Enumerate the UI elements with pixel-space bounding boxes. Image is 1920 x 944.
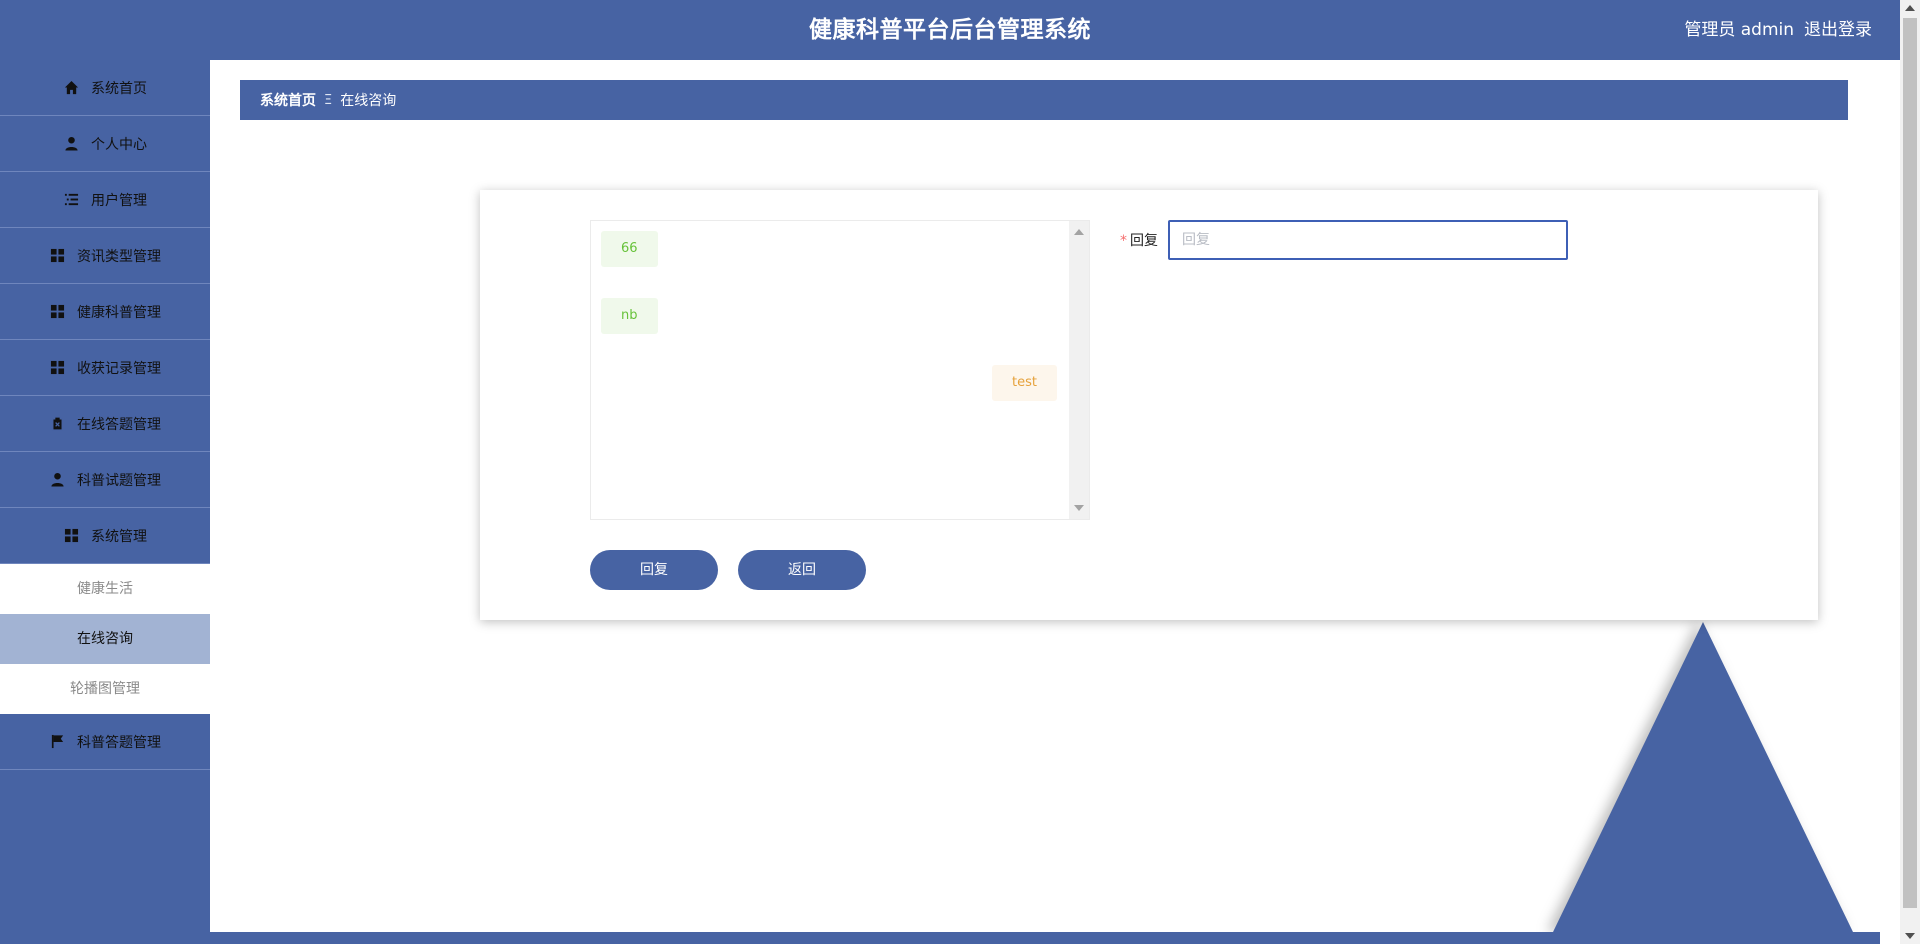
breadcrumb: 系统首页 Ξ 在线咨询 <box>240 80 1848 120</box>
sidebar-item-label: 系统管理 <box>91 528 147 545</box>
chat-history[interactable]: 66 nb test <box>590 220 1090 520</box>
reply-input[interactable] <box>1168 220 1568 260</box>
required-mark: * <box>1120 233 1127 249</box>
sidebar-item-science-questions[interactable]: 科普试题管理 <box>0 452 210 508</box>
logout-link[interactable]: 退出登录 <box>1804 0 1872 60</box>
grid-icon <box>49 248 65 264</box>
chat-message-right: test <box>992 365 1057 401</box>
user-icon <box>63 136 79 152</box>
reply-form-row: * 回复 <box>1120 220 1568 260</box>
page-scrollbar[interactable] <box>1900 0 1920 944</box>
sidebar-item-label: 在线答题管理 <box>77 416 161 433</box>
scroll-down-arrow-icon[interactable] <box>1074 505 1084 511</box>
sidebar-item-label: 个人中心 <box>91 136 147 153</box>
decorative-triangle <box>1553 622 1853 932</box>
submenu-item-online-consult[interactable]: 在线咨询 <box>0 614 210 664</box>
grid-icon <box>49 360 65 376</box>
sidebar-item-harvest-records[interactable]: 收获记录管理 <box>0 340 210 396</box>
sidebar-item-users[interactable]: 用户管理 <box>0 172 210 228</box>
flag-icon <box>49 734 65 750</box>
home-icon <box>63 80 79 96</box>
system-submenu: 健康生活 在线咨询 轮播图管理 <box>0 564 210 714</box>
sidebar-item-online-quiz[interactable]: 在线答题管理 <box>0 396 210 452</box>
user-label: 管理员 admin <box>1684 20 1794 40</box>
grid-icon <box>63 528 79 544</box>
chat-scrollbar[interactable] <box>1069 221 1089 519</box>
reply-button[interactable]: 回复 <box>590 550 718 590</box>
submenu-item-healthy-living[interactable]: 健康生活 <box>0 564 210 614</box>
breadcrumb-home[interactable]: 系统首页 <box>260 90 316 110</box>
sidebar-item-label: 健康科普管理 <box>77 304 161 321</box>
scroll-down-arrow-icon[interactable] <box>1905 933 1915 939</box>
app-title: 健康科普平台后台管理系统 <box>809 17 1091 43</box>
sidebar-item-label: 用户管理 <box>91 192 147 209</box>
scroll-up-arrow-icon[interactable] <box>1905 5 1915 11</box>
scrollbar-thumb[interactable] <box>1903 18 1917 908</box>
sidebar-item-system[interactable]: 系统管理 <box>0 508 210 564</box>
sidebar: 系统首页 个人中心 用户管理 资讯类型管理 健康科普管理 收获记录管理 在线答题… <box>0 60 210 944</box>
sidebar-item-news-types[interactable]: 资讯类型管理 <box>0 228 210 284</box>
sidebar-item-label: 科普试题管理 <box>77 472 161 489</box>
reply-label: * 回复 <box>1120 230 1158 250</box>
sidebar-item-science-answers[interactable]: 科普答题管理 <box>0 714 210 770</box>
sidebar-item-home[interactable]: 系统首页 <box>0 60 210 116</box>
breadcrumb-separator: Ξ <box>324 92 333 108</box>
consult-form-card: 66 nb test *回复 回复 返回 <box>480 190 1818 620</box>
back-button[interactable]: 返回 <box>738 550 866 590</box>
scroll-up-arrow-icon[interactable] <box>1074 229 1084 235</box>
grid-icon <box>49 304 65 320</box>
chat-message-left: nb <box>601 298 658 334</box>
sidebar-item-label: 系统首页 <box>91 80 147 97</box>
top-header: 健康科普平台后台管理系统 管理员 admin 退出登录 <box>0 0 1900 60</box>
bottom-bar <box>210 932 1880 944</box>
sidebar-item-profile[interactable]: 个人中心 <box>0 116 210 172</box>
user-area: 管理员 admin 退出登录 <box>1684 0 1872 60</box>
chat-message-left: 66 <box>601 231 658 267</box>
list-icon <box>63 192 79 208</box>
clipboard-icon <box>49 416 65 432</box>
submenu-item-carousel[interactable]: 轮播图管理 <box>0 664 210 714</box>
sidebar-item-health-science[interactable]: 健康科普管理 <box>0 284 210 340</box>
user-icon <box>49 472 65 488</box>
reply-label-text: 回复 <box>1130 233 1158 249</box>
sidebar-item-label: 收获记录管理 <box>77 360 161 377</box>
sidebar-item-label: 科普答题管理 <box>77 734 161 751</box>
breadcrumb-current: 在线咨询 <box>340 93 397 109</box>
sidebar-item-label: 资讯类型管理 <box>77 248 161 265</box>
